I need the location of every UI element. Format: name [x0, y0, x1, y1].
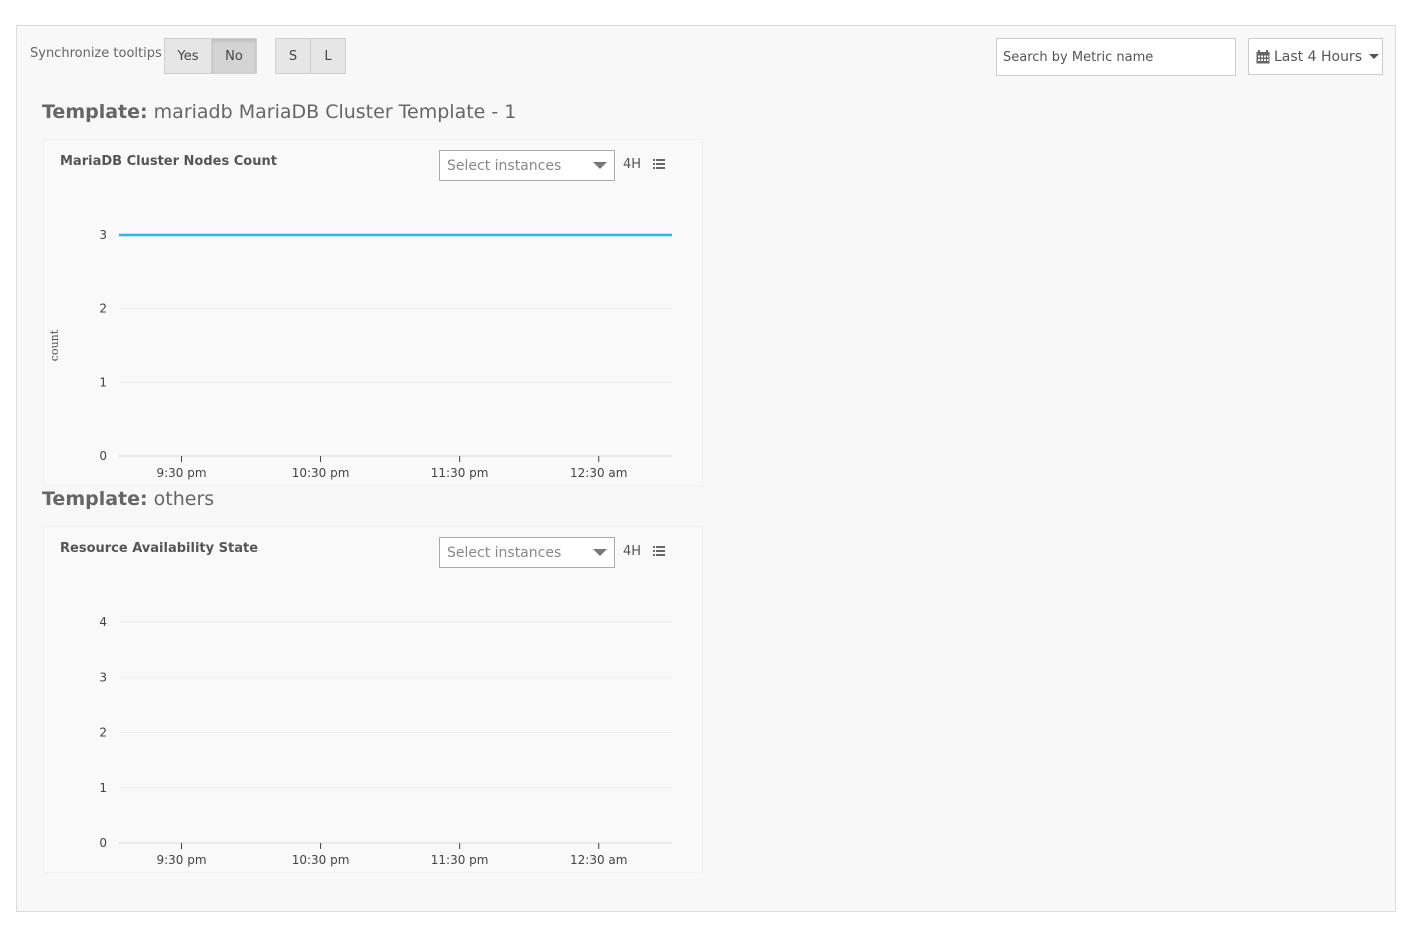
sync-tooltips-label: Synchronize tooltips [30, 46, 162, 61]
y-tick-label: 3 [99, 228, 107, 242]
template-title-prefix: Template: [42, 101, 148, 123]
x-tick-label: 9:30 pm [156, 853, 206, 867]
y-axis-label: count [48, 329, 61, 361]
metric-card-availability: Resource Availability State Select insta… [43, 526, 703, 873]
template-title: Template: mariadb MariaDB Cluster Templa… [42, 101, 516, 123]
sync-yes-button[interactable]: Yes [164, 38, 212, 74]
size-large-button[interactable]: L [310, 38, 346, 74]
chevron-down-icon [1369, 54, 1379, 59]
y-tick-label: 4 [99, 615, 107, 629]
x-tick-label: 10:30 pm [292, 853, 350, 867]
x-tick-label: 11:30 pm [431, 853, 489, 867]
y-tick-label: 1 [99, 781, 107, 795]
template-title: Template: others [42, 488, 214, 510]
y-tick-label: 0 [99, 836, 107, 850]
y-tick-label: 3 [99, 670, 107, 684]
size-small-button[interactable]: S [275, 38, 311, 74]
time-range-label: Last 4 Hours [1274, 48, 1362, 65]
x-tick-label: 12:30 am [570, 853, 627, 867]
y-tick-label: 2 [99, 302, 107, 316]
y-tick-label: 2 [99, 726, 107, 740]
nodes-count-chart: 0 1 2 3 9:30 pm 10:30 pm 11:30 pm 12:30 am count [48, 228, 672, 480]
calendar-icon [1256, 49, 1270, 63]
y-tick-label: 0 [99, 449, 107, 463]
x-tick-label: 10:30 pm [292, 466, 350, 480]
sync-no-button[interactable]: No [211, 38, 257, 74]
x-tick-label: 11:30 pm [431, 466, 489, 480]
metrics-panel: Synchronize tooltips Yes No S L Last 4 H… [16, 25, 1396, 912]
template-title-name: mariadb MariaDB Cluster Template - 1 [153, 101, 517, 123]
y-tick-label: 1 [99, 375, 107, 389]
x-tick-label: 12:30 am [570, 466, 627, 480]
x-tick-label: 9:30 pm [156, 466, 206, 480]
time-range-dropdown[interactable]: Last 4 Hours [1248, 38, 1383, 75]
template-title-prefix: Template: [42, 488, 148, 510]
metric-card-nodes-count: MariaDB Cluster Nodes Count Select insta… [43, 139, 703, 486]
availability-chart: 0 1 2 3 4 9:30 pm 10:30 pm 11:30 pm 12:30 am [99, 615, 672, 867]
template-title-name: others [153, 488, 215, 510]
metric-search-input[interactable] [996, 38, 1236, 76]
